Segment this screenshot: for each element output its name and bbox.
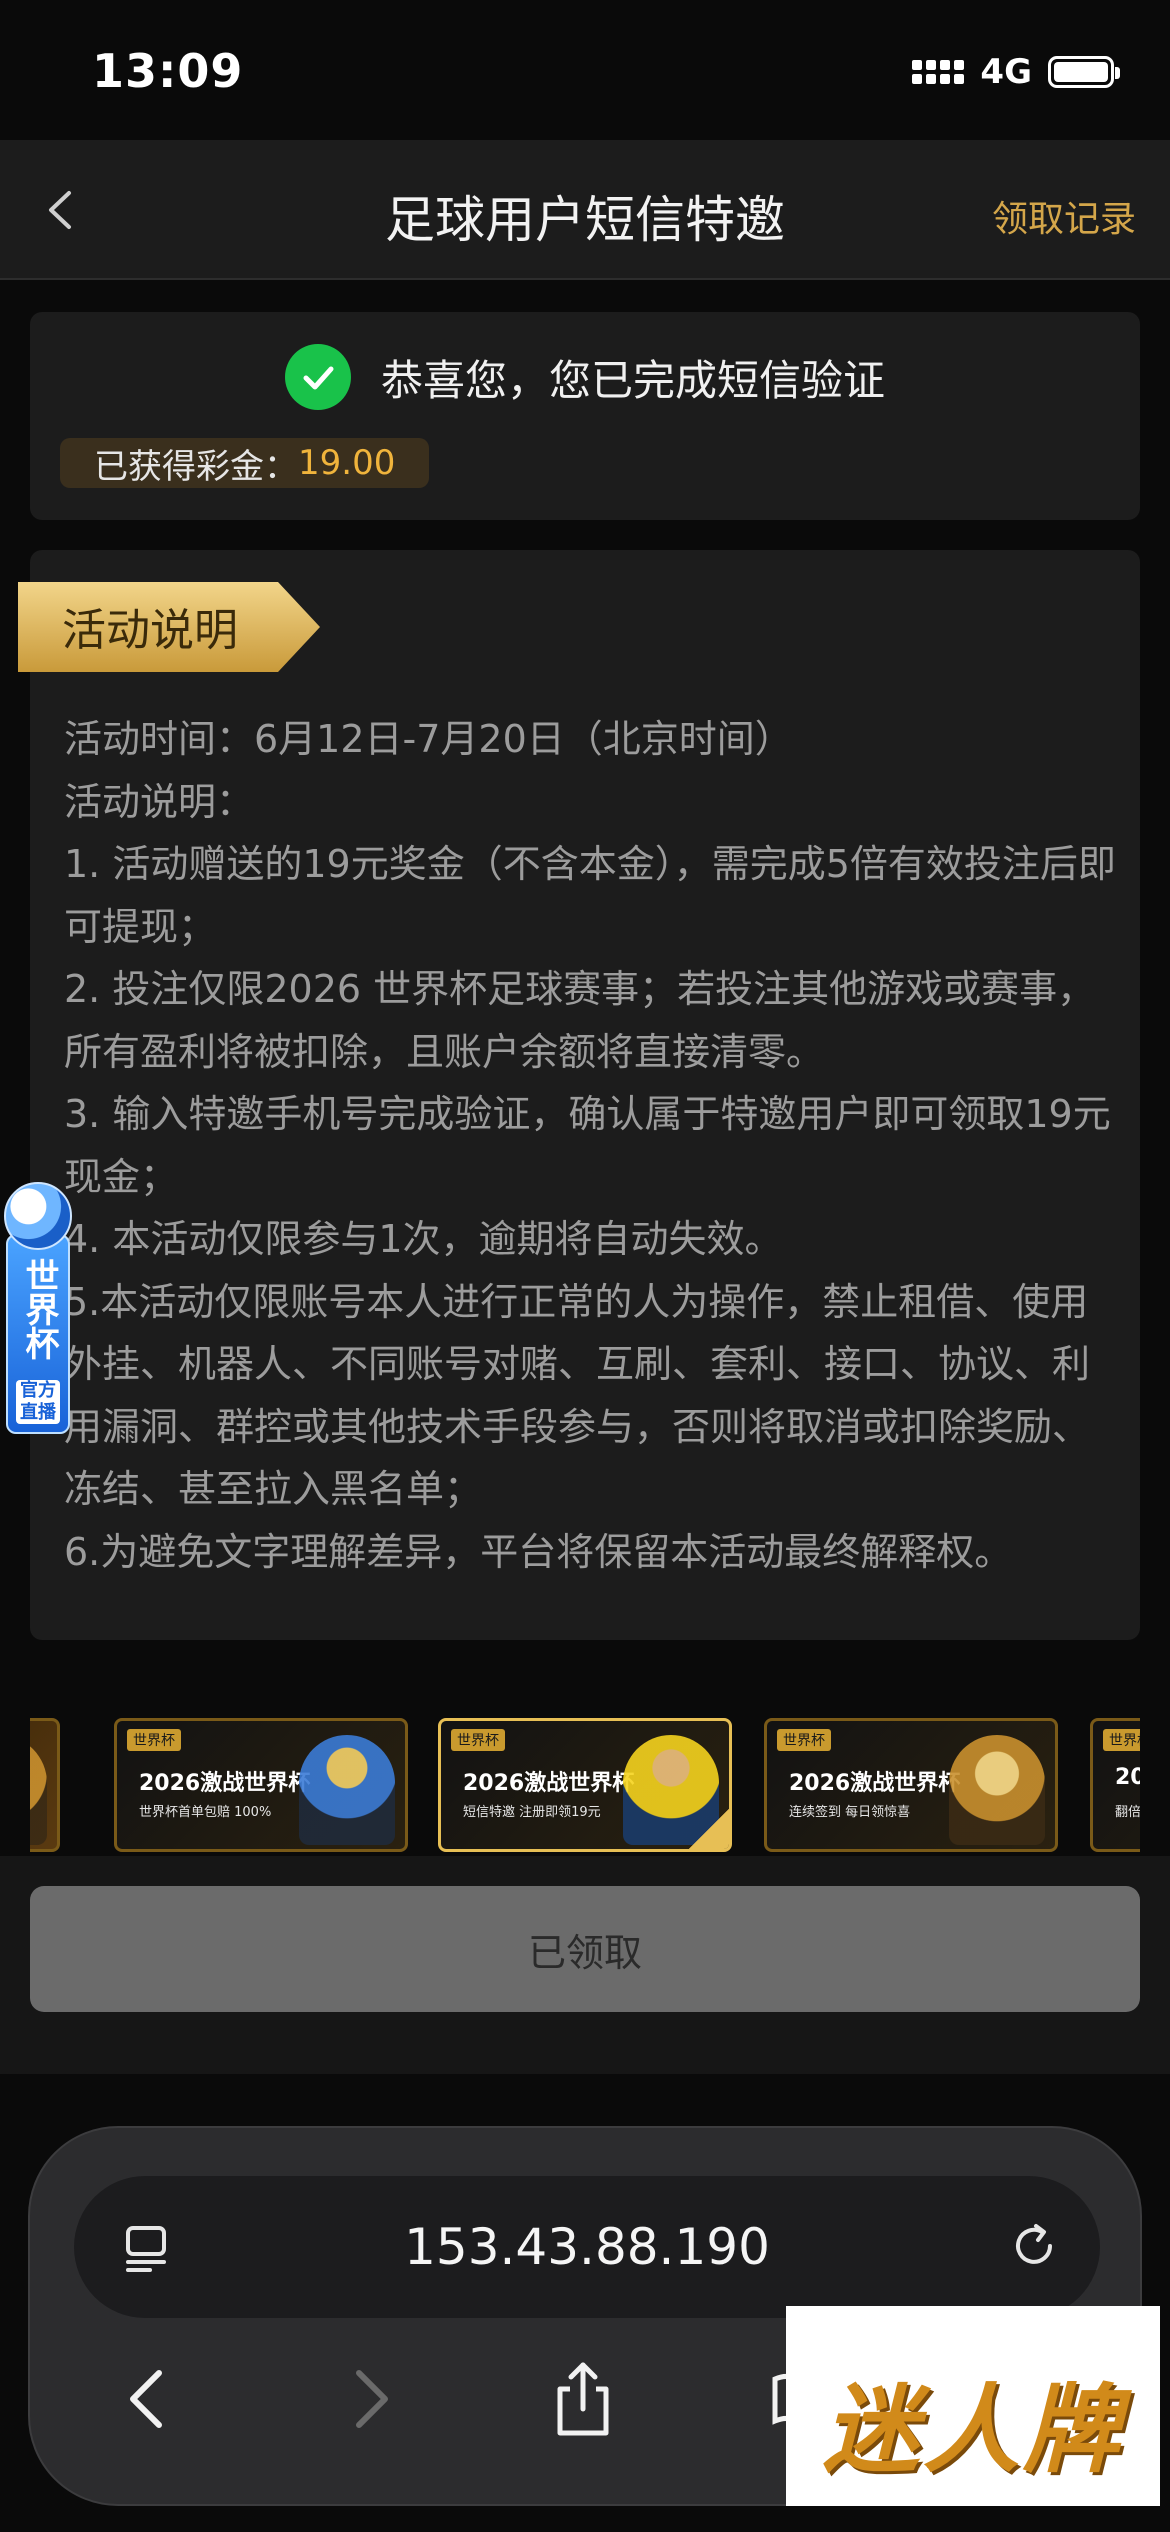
bonus-label: 已获得彩金： [94, 446, 298, 487]
cellular-signal-icon [912, 60, 965, 84]
rule-item: 6.为避免文字理解差异，平台将保留本活动最终解释权。 [64, 1529, 1013, 1574]
promo-banner-partial-left[interactable] [30, 1718, 60, 1852]
promo-art [30, 1735, 47, 1845]
banner-subtitle: 世界杯首单包赔 100% [139, 1805, 272, 1820]
claim-area: 已领取 [0, 1856, 1170, 2074]
address-bar[interactable]: 153.43.88.190 [74, 2176, 1100, 2318]
nav-bar: 足球用户短信特邀 领取记录 [0, 140, 1170, 280]
banner-tag: 世界杯 [777, 1729, 831, 1751]
banner-title: 2026激战世界杯 [463, 1771, 635, 1796]
claimed-button[interactable]: 已领取 [30, 1886, 1140, 2012]
status-indicators: 4G [912, 52, 1120, 92]
activity-heading: 活动说明： [64, 779, 255, 824]
status-bar: 13:09 4G [0, 0, 1170, 140]
trophy-art [949, 1735, 1045, 1845]
share-button[interactable] [538, 2354, 628, 2444]
reload-icon[interactable] [1006, 2218, 1062, 2274]
network-type: 4G [980, 52, 1032, 92]
watermark-logo: 迷人牌 [786, 2306, 1160, 2506]
selected-corner-icon [689, 1809, 729, 1849]
soccer-ball-icon [4, 1182, 72, 1250]
activity-time: 活动时间：6月12日-7月20日（北京时间） [64, 717, 793, 761]
ribbon-title: 活动说明 [62, 605, 238, 656]
banner-tag: 世界杯 [451, 1729, 505, 1751]
promo-banner-partial-right[interactable]: 世界杯 20 翻倍 [1090, 1718, 1140, 1852]
rule-item: 1. 活动赠送的19元奖金（不含本金），需完成5倍有效投注后即可提现； [64, 842, 1116, 949]
banner-title: 2026激战世界杯 [789, 1771, 961, 1796]
player-art [299, 1735, 395, 1845]
battery-icon [1048, 56, 1120, 88]
verification-success-card: 恭喜您，您已完成短信验证 已获得彩金： 19.00 [30, 312, 1140, 520]
activity-ribbon: 活动说明 [18, 582, 320, 672]
banner-subtitle: 翻倍 [1115, 1805, 1140, 1820]
claim-record-link[interactable]: 领取记录 [992, 190, 1136, 242]
url-text: 153.43.88.190 [404, 2218, 770, 2276]
chevron-right-icon [356, 2370, 388, 2428]
browser-forward-button[interactable] [326, 2354, 416, 2444]
chevron-left-icon [130, 2370, 162, 2428]
rule-item: 5.本活动仅限账号本人进行正常的人为操作，禁止租借、使用外挂、机器人、不同账号对… [64, 1279, 1091, 1512]
rule-item: 3. 输入特邀手机号完成验证，确认属于特邀用户即可领取19元现金； [64, 1092, 1111, 1199]
world-cup-live-badge[interactable]: 世界杯 官方直播 [0, 1182, 78, 1438]
activity-rules: 活动时间：6月12日-7月20日（北京时间） 活动说明： 1. 活动赠送的19元… [64, 708, 1124, 1583]
badge-title: 世界杯 [19, 1258, 59, 1360]
banner-subtitle: 短信特邀 注册即领19元 [463, 1805, 601, 1820]
bonus-value: 19.00 [298, 443, 396, 483]
activity-card: 活动说明 活动时间：6月12日-7月20日（北京时间） 活动说明： 1. 活动赠… [18, 550, 1140, 1640]
banner-subtitle: 连续签到 每日领惊喜 [789, 1805, 911, 1820]
status-time: 13:09 [92, 44, 244, 98]
promo-banner[interactable]: 世界杯 2026激战世界杯 连续签到 每日领惊喜 [764, 1718, 1058, 1852]
badge-subtitle: 官方直播 [16, 1380, 60, 1424]
success-row: 恭喜您，您已完成短信验证 [30, 344, 1140, 410]
promo-banner[interactable]: 世界杯 2026激战世界杯 世界杯首单包赔 100% [114, 1718, 408, 1852]
banner-tag: 世界杯 [1103, 1729, 1140, 1751]
check-circle-icon [284, 344, 351, 410]
watermark-text: 迷人牌 [823, 2374, 1123, 2486]
rule-item: 2. 投注仅限2026 世界杯足球赛事；若投注其他游戏或赛事，所有盈利将被扣除，… [64, 967, 1096, 1074]
browser-back-button[interactable] [102, 2354, 192, 2444]
bonus-badge: 已获得彩金： 19.00 [60, 438, 430, 488]
rule-item: 4. 本活动仅限参与1次，逾期将自动失效。 [64, 1217, 783, 1261]
promo-banner-active[interactable]: 世界杯 2026激战世界杯 短信特邀 注册即领19元 [438, 1718, 732, 1852]
promo-carousel[interactable]: 世界杯 2026激战世界杯 世界杯首单包赔 100% 世界杯 2026激战世界杯… [30, 1714, 1140, 1856]
success-message: 恭喜您，您已完成短信验证 [380, 355, 885, 405]
banner-tag: 世界杯 [127, 1729, 181, 1751]
banner-title: 20 [1115, 1765, 1140, 1790]
share-icon [557, 2362, 609, 2436]
banner-title: 2026激战世界杯 [139, 1771, 311, 1796]
